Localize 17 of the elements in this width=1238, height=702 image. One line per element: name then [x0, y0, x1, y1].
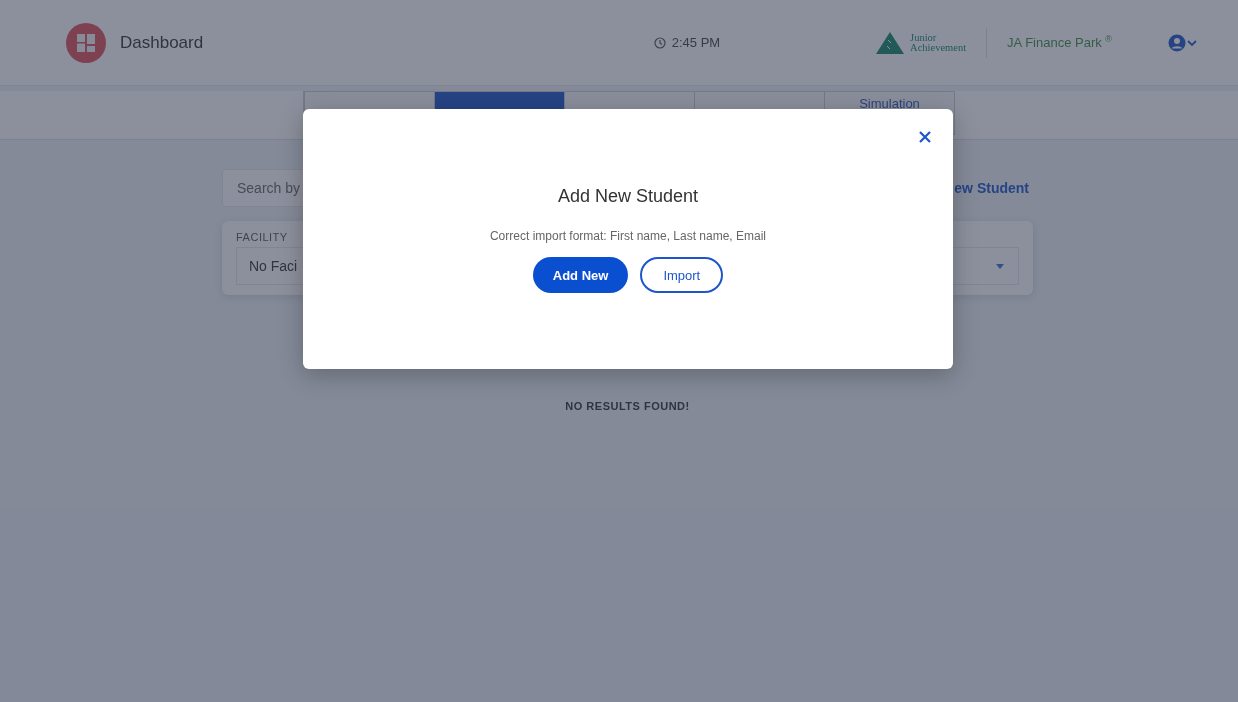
modal-title: Add New Student — [557, 186, 699, 207]
triangle-logo-icon — [876, 31, 905, 54]
empty-message: NO RESULTS FOUND! — [564, 400, 691, 412]
filter-label: FACILITY — [236, 231, 288, 243]
clock-time: 2:45 PM — [671, 35, 721, 50]
add-new-button[interactable]: Add New — [532, 257, 629, 293]
modal-text: Correct import format: First name, Last name, Email — [489, 229, 767, 243]
close-icon[interactable] — [919, 131, 931, 143]
caret-icon — [996, 263, 1004, 269]
clock-icon — [653, 36, 666, 49]
user-menu-button[interactable] — [1168, 33, 1198, 52]
dashboard-logo-icon — [66, 22, 106, 63]
brand-logo-text: Junior Achievement — [910, 32, 967, 53]
page-title: Dashboard — [120, 32, 204, 53]
program-name: JA Finance Park $^{®}$ — [1007, 34, 1112, 51]
import-button[interactable]: Import — [640, 257, 724, 293]
user-icon — [1168, 33, 1198, 52]
